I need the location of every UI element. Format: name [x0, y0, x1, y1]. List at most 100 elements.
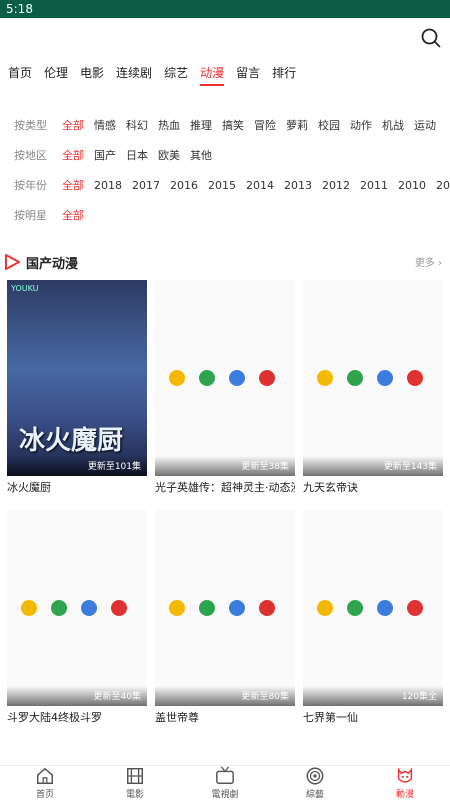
filter-option[interactable]: 其他 — [190, 147, 212, 163]
episode-badge: 更新至101集 — [7, 456, 147, 476]
tab-anime[interactable]: 動漫 — [360, 766, 450, 800]
video-card[interactable]: YOUKU 冰火魔厨 更新至101集 冰火魔厨 — [7, 280, 147, 500]
section-header: 国产动漫 更多 › — [0, 250, 450, 274]
filter-option[interactable]: 2017 — [132, 179, 160, 192]
filter-option[interactable]: 2015 — [208, 179, 236, 192]
filter-option[interactable]: 推理 — [190, 117, 212, 133]
loading-dot — [199, 370, 215, 386]
filter-option[interactable]: 热血 — [158, 117, 180, 133]
filter-option[interactable]: 2013 — [284, 179, 312, 192]
nav-item-5[interactable]: 动漫 — [200, 62, 225, 86]
filter-option[interactable]: 搞笑 — [222, 117, 244, 133]
filter-row: 按明星 全部 — [0, 200, 450, 230]
video-poster[interactable]: YOUKU 冰火魔厨 更新至101集 — [7, 280, 147, 476]
loading-dots — [21, 600, 141, 616]
filter-option[interactable]: 萝莉 — [286, 117, 308, 133]
nav-item-2[interactable]: 电影 — [80, 62, 104, 86]
play-icon — [5, 254, 20, 270]
filter-option[interactable]: 2009 — [436, 179, 450, 192]
nav-item-7[interactable]: 排行 — [272, 62, 296, 86]
tab-film[interactable]: 電影 — [90, 766, 180, 800]
loading-dot — [347, 600, 363, 616]
loading-dot — [377, 370, 393, 386]
filter-option[interactable]: 情感 — [94, 117, 116, 133]
filter-option[interactable]: 校园 — [318, 117, 340, 133]
nav-item-4[interactable]: 综艺 — [164, 62, 188, 86]
filter-option[interactable]: 国产 — [94, 147, 116, 163]
tab-label: 綜藝 — [305, 790, 324, 800]
video-poster[interactable]: 120集全 — [303, 510, 443, 706]
filter-option[interactable]: 2010 — [398, 179, 426, 192]
video-poster[interactable]: 更新至80集 — [155, 510, 295, 706]
loading-dot — [407, 600, 423, 616]
tab-target[interactable]: 綜藝 — [270, 766, 360, 800]
logo[interactable] — [14, 24, 124, 56]
video-poster[interactable]: 更新至38集 — [155, 280, 295, 476]
filter-option[interactable]: 动作 — [350, 117, 372, 133]
loading-dot — [259, 600, 275, 616]
video-card[interactable]: 更新至38集 光子英雄传：超神灵主·动态漫 — [155, 280, 295, 500]
video-card[interactable]: 更新至143集 九天玄帝诀 — [303, 280, 443, 500]
filter-label: 按地区 — [14, 149, 47, 162]
filter-panel: 按类型 全部 情感 科幻 热血 推理 搞笑 冒险 萝莉 校园 动作 机战 运动 按地区 全部 国产 日本 欧美 其他… — [0, 110, 450, 230]
video-title[interactable]: 七界第一仙 — [303, 706, 443, 730]
filter-label: 按年份 — [14, 179, 47, 192]
filter-label: 按明星 — [14, 209, 47, 222]
search-icon[interactable] — [420, 27, 442, 49]
video-title[interactable]: 斗罗大陆4终极斗罗 — [7, 706, 147, 730]
episode-badge: 更新至38集 — [155, 456, 295, 476]
loading-dot — [347, 370, 363, 386]
poster-brand: YOUKU — [11, 284, 39, 293]
status-bar: 5:18 — [0, 0, 450, 18]
nav-item-0[interactable]: 首页 — [8, 62, 32, 86]
loading-dot — [317, 370, 333, 386]
tab-label: 動漫 — [395, 790, 414, 800]
video-poster[interactable]: 更新至143集 — [303, 280, 443, 476]
tab-home[interactable]: 首页 — [0, 766, 90, 800]
filter-option[interactable]: 机战 — [382, 117, 404, 133]
filter-option[interactable]: 运动 — [414, 117, 436, 133]
loading-dot — [377, 600, 393, 616]
home-icon — [37, 767, 53, 784]
tab-label: 電視劇 — [211, 790, 239, 800]
video-title[interactable]: 光子英雄传：超神灵主·动态漫 — [155, 476, 295, 500]
filter-option[interactable]: 2014 — [246, 179, 274, 192]
filter-row: 按年份 全部 2018 2017 2016 2015 2014 2013 2012 2011 201… — [0, 170, 450, 200]
episode-badge: 更新至143集 — [303, 456, 443, 476]
filter-option[interactable]: 2018 — [94, 179, 122, 192]
loading-dot — [111, 600, 127, 616]
section-title: 国产动漫 — [26, 257, 79, 272]
filter-option[interactable]: 科幻 — [126, 117, 148, 133]
film-icon — [127, 768, 143, 784]
loading-dot — [259, 370, 275, 386]
video-card[interactable]: 更新至80集 盖世帝尊 — [155, 510, 295, 730]
filter-option[interactable]: 冒险 — [254, 117, 276, 133]
episode-badge: 更新至80集 — [155, 686, 295, 706]
filter-option[interactable]: 全部 — [62, 147, 84, 163]
filter-option[interactable]: 全部 — [62, 207, 84, 223]
nav-item-1[interactable]: 伦理 — [44, 62, 68, 86]
bottom-tabbar: 首页 電影 電視劇 綜藝 動漫 — [0, 765, 450, 800]
loading-dot — [407, 370, 423, 386]
loading-dots — [317, 370, 437, 386]
video-card[interactable]: 更新至40集 斗罗大陆4终极斗罗 — [7, 510, 147, 730]
video-poster[interactable]: 更新至40集 — [7, 510, 147, 706]
loading-dots — [169, 600, 289, 616]
video-title[interactable]: 盖世帝尊 — [155, 706, 295, 730]
video-card[interactable]: 120集全 七界第一仙 — [303, 510, 443, 730]
tab-tv[interactable]: 電視劇 — [180, 766, 270, 800]
nav-item-6[interactable]: 留言 — [236, 62, 260, 86]
video-title[interactable]: 九天玄帝诀 — [303, 476, 443, 500]
top-nav: 首页 伦理 电影 连续剧 综艺 动漫 留言 排行 — [0, 62, 450, 86]
filter-option[interactable]: 2012 — [322, 179, 350, 192]
filter-option[interactable]: 欧美 — [158, 147, 180, 163]
filter-option[interactable]: 全部 — [62, 177, 84, 193]
filter-row: 按地区 全部 国产 日本 欧美 其他 — [0, 140, 450, 170]
video-title[interactable]: 冰火魔厨 — [7, 476, 147, 500]
filter-option[interactable]: 全部 — [62, 117, 84, 133]
filter-option[interactable]: 日本 — [126, 147, 148, 163]
nav-item-3[interactable]: 连续剧 — [116, 62, 152, 86]
more-link[interactable]: 更多 › — [415, 254, 442, 269]
filter-option[interactable]: 2016 — [170, 179, 198, 192]
filter-option[interactable]: 2011 — [360, 179, 388, 192]
